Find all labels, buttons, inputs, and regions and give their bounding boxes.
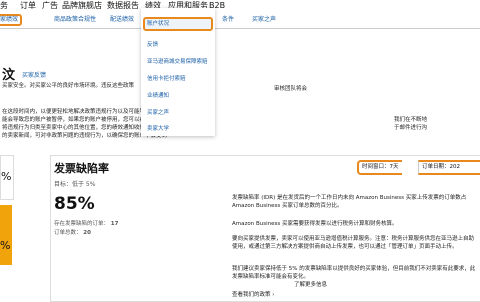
defective-orders-row: 存在发票缺陷的订单： 17 bbox=[54, 219, 118, 227]
right-fragment-2: 我们在不断地 bbox=[394, 117, 428, 123]
explanation-paragraph-2: Amazon Business 买家需要获得发票以进行税务计算和财务核算。 bbox=[232, 221, 398, 227]
explanation-paragraph-1: 发票缺陷率 (IDR) 是在发货后的一个工作日内未向 Amazon Busine… bbox=[232, 195, 467, 209]
menu-item-voice-of-customer[interactable]: 买家之声 bbox=[147, 108, 169, 116]
right-fragment-3: 于邮件进行沟 bbox=[394, 125, 428, 131]
menu-item-performance-notifications[interactable]: 业绩通知 bbox=[147, 91, 169, 99]
nav-item-brand-store[interactable]: 品牌旗舰店 bbox=[62, 1, 102, 11]
invoice-defect-title: 发票缺陷率 bbox=[54, 162, 109, 175]
intro-line-4: 将违规行为归类至卖家中心的其他位置，您的绩效通知收件箱中 bbox=[2, 125, 157, 131]
intro-line-3: 能会导致您的账户被暂停，如果您的账户被停用，您可以在亚 bbox=[2, 117, 151, 123]
sub-navigation: 家绩效 商品政策合规性 配送绩效 绩效 条件 买家之声 bbox=[0, 12, 480, 29]
intro-line-5: 的卖家新闻，可对非政策问题的违规行为，以确保您的账户不会受到 bbox=[2, 133, 168, 139]
defective-orders-label: 存在发票缺陷的订单： bbox=[54, 221, 110, 227]
tab-voice-of-customer[interactable]: 买家之声 bbox=[252, 16, 276, 24]
left-metric-value-2: % bbox=[0, 239, 11, 252]
defect-rate-value: 85% bbox=[54, 194, 95, 214]
menu-item-seller-university[interactable]: 卖家大学 bbox=[147, 124, 169, 132]
left-metric-card-1: % bbox=[0, 155, 14, 200]
left-metric-value-1: % bbox=[1, 170, 12, 183]
menu-item-chargeback-claims[interactable]: 信用卡拒付索赔 bbox=[147, 74, 186, 82]
menu-item-account-health[interactable]: 账户状况 bbox=[147, 19, 169, 27]
total-orders-value: 20 bbox=[83, 230, 91, 236]
time-window-filter[interactable]: 时间窗口：7天 bbox=[357, 160, 402, 175]
menu-item-a-to-z-claims[interactable]: 亚马逊商城交易保障索赔 bbox=[147, 57, 208, 65]
left-selected-bar: % bbox=[0, 205, 12, 265]
right-fragment-1: 审核团队将会 bbox=[274, 86, 308, 92]
top-navigation: 务 订单 广告 品牌旗舰店 数据报告 绩效 应用和服务 B2B bbox=[0, 0, 480, 12]
buyer-feedback-link[interactable]: 买家反馈 bbox=[22, 70, 46, 79]
performance-dropdown-menu: 账户状况 反馈 亚马逊商城交易保障索赔 信用卡拒付索赔 业绩通知 买家之声 卖家… bbox=[141, 8, 215, 136]
explanation-paragraph-3: 要向买家提供发票，卖家可以使用亚马逊增值税计算服务。注意：税务计算服务供您在亚马… bbox=[232, 236, 475, 250]
nav-item-0[interactable]: 务 bbox=[0, 1, 8, 11]
explanation-paragraph-4: 我们建议卖家保持低于 5% 的发票缺陷率以提供良好的买家体验，但目前我们不对卖家… bbox=[232, 266, 476, 280]
menu-item-feedback[interactable]: 反馈 bbox=[147, 40, 158, 48]
intro-line-1: 买家安全。对买家公平的良好市场环境。违反这些政策 bbox=[2, 83, 135, 89]
tab-seller-performance[interactable]: 家绩效 bbox=[0, 14, 23, 26]
tab-product-policy[interactable]: 商品政策合规性 bbox=[54, 16, 96, 24]
defective-orders-value: 17 bbox=[110, 221, 119, 227]
nav-item-ads[interactable]: 广告 bbox=[42, 1, 58, 11]
page-heading: 汶 bbox=[2, 68, 16, 83]
intro-line-2: 在这段时间内，以便更轻松地解决政策违规行为以及可能导致的 bbox=[2, 109, 157, 115]
target-text: 目标：低于 5% bbox=[54, 181, 96, 188]
tab-shipping-performance[interactable]: 配送绩效 bbox=[110, 16, 134, 24]
total-orders-label: 订单总数： bbox=[54, 230, 82, 236]
nav-item-orders[interactable]: 订单 bbox=[20, 1, 36, 11]
total-orders-row: 订单总数： 20 bbox=[54, 228, 91, 236]
view-policy-link[interactable]: 查看我们的政策 › bbox=[232, 291, 274, 299]
order-date-filter[interactable]: 订单日期：202 bbox=[418, 160, 480, 175]
learn-more-link[interactable]: 了解更多信息 bbox=[294, 281, 327, 289]
nav-item-reports[interactable]: 数据报告 bbox=[107, 1, 139, 11]
tab-conditions[interactable]: 条件 bbox=[222, 16, 234, 24]
